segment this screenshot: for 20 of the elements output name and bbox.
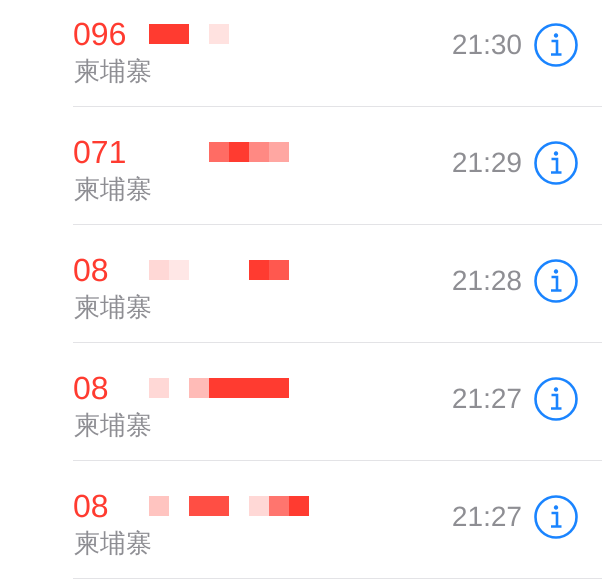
info-icon[interactable] xyxy=(534,494,578,538)
phone-number: 08 xyxy=(73,250,110,288)
info-icon[interactable] xyxy=(534,258,578,302)
call-location: 柬埔寨 xyxy=(74,290,153,324)
phone-number: 08 xyxy=(73,486,110,524)
phone-number: 096 xyxy=(73,14,128,52)
phone-number: 071 xyxy=(73,132,128,170)
call-time: 21:30 xyxy=(452,28,522,60)
call-location: 柬埔寨 xyxy=(74,526,153,560)
phone-number: 08 xyxy=(73,368,110,406)
info-icon[interactable] xyxy=(534,22,578,66)
call-location: 柬埔寨 xyxy=(74,54,153,88)
call-location: 柬埔寨 xyxy=(74,172,153,206)
call-time: 21:27 xyxy=(452,382,522,414)
info-icon[interactable] xyxy=(534,140,578,184)
info-icon[interactable] xyxy=(534,376,578,420)
call-time: 21:28 xyxy=(452,264,522,296)
call-time: 21:29 xyxy=(452,146,522,178)
call-location: 柬埔寨 xyxy=(74,408,153,442)
call-time: 21:27 xyxy=(452,500,522,532)
